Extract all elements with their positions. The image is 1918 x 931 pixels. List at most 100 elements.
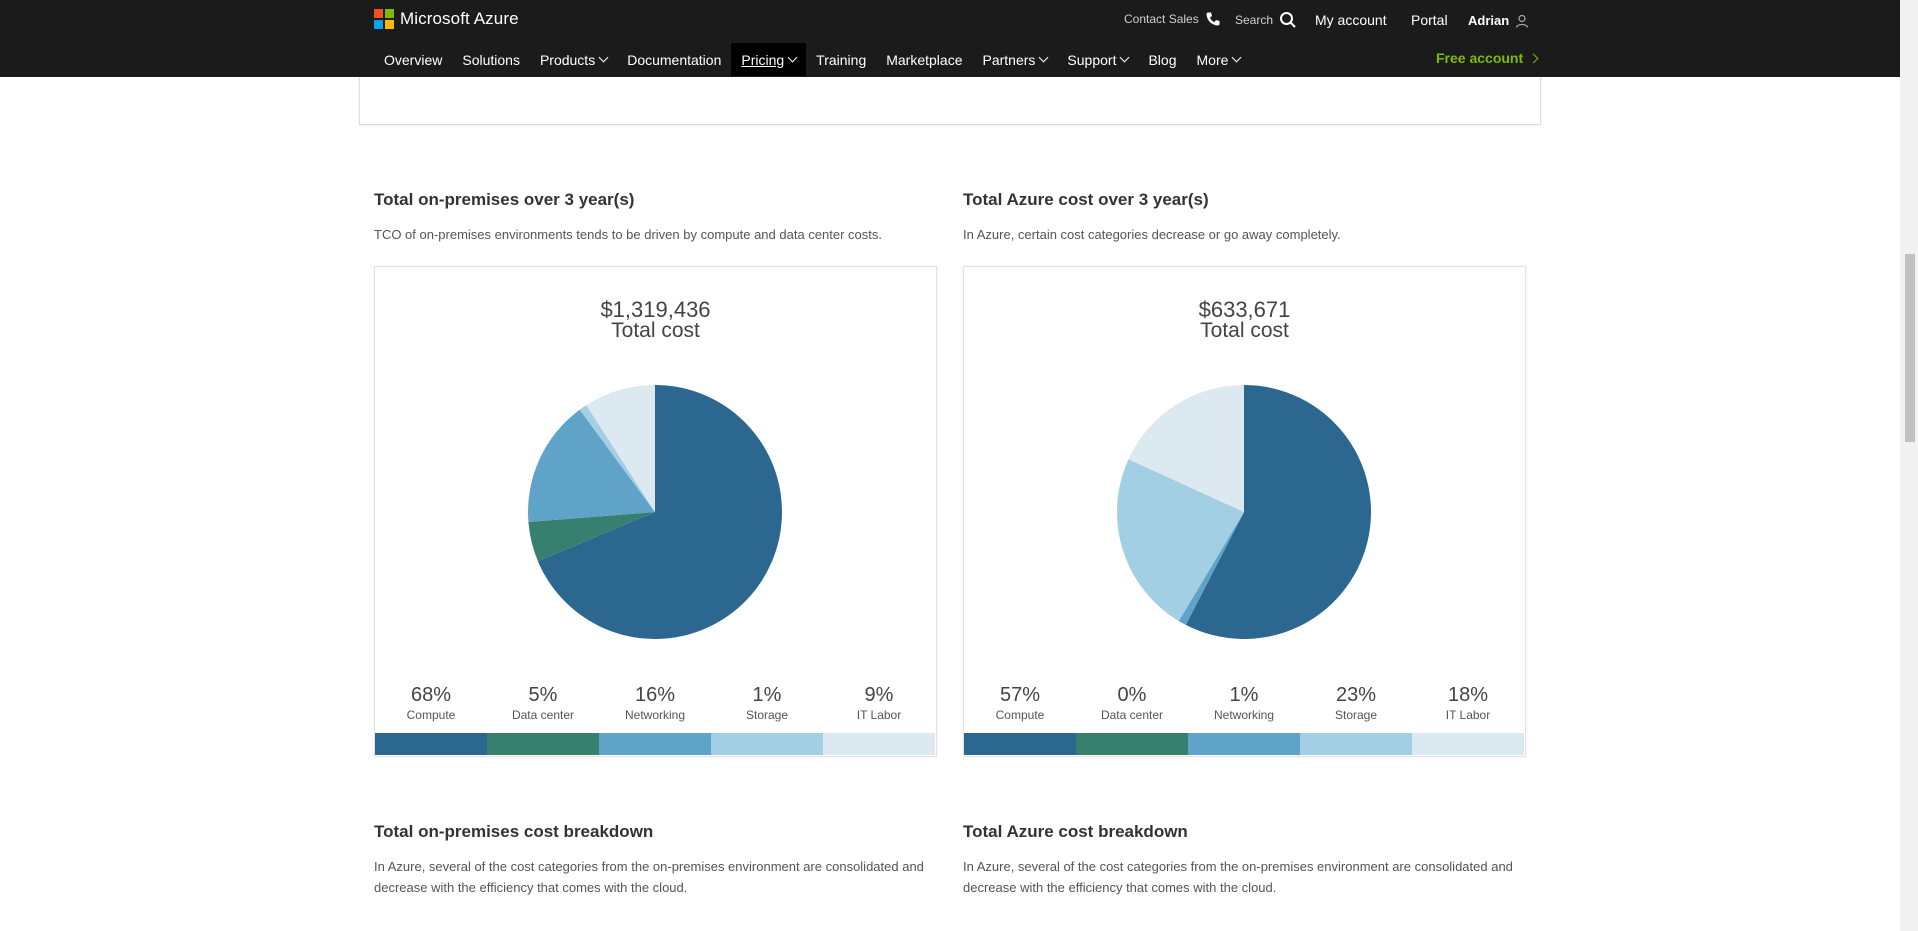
legend-item-compute: 68% Compute	[375, 684, 487, 722]
portal-link[interactable]: Portal	[1411, 12, 1448, 28]
onprem-legend: 68% Compute 5% Data center 16% Networking 1…	[375, 684, 936, 722]
onprem-subtitle: TCO of on-premises environments tends to…	[374, 227, 882, 242]
legend-label: Data center	[511, 708, 575, 722]
onprem-pie-chart	[528, 385, 782, 639]
legend-pct: 23%	[1335, 684, 1377, 706]
legend-item-networking: 1% Networking	[1188, 684, 1300, 722]
chevron-down-icon	[598, 52, 609, 63]
onprem-header: Total on-premises over 3 year(s) TCO of …	[374, 190, 937, 245]
legend-label: Storage	[745, 708, 789, 722]
microsoft-logo-icon	[374, 9, 394, 29]
azure-total-label: Total cost	[1200, 319, 1289, 342]
nav-overview[interactable]: Overview	[374, 43, 452, 76]
legend-item-it-labor: 18% IT Labor	[1412, 684, 1524, 722]
nav-support[interactable]: Support	[1057, 43, 1138, 76]
nav-blog[interactable]: Blog	[1138, 43, 1186, 76]
legend-item-data-center: 5% Data center	[487, 684, 599, 722]
legend-item-networking: 16% Networking	[599, 684, 711, 722]
search-label: Search	[1235, 13, 1274, 27]
phone-icon	[1206, 12, 1220, 26]
user-menu[interactable]: Adrian	[1468, 13, 1529, 28]
azure-legend: 57% Compute 0% Data center 1% Networking 23…	[964, 684, 1525, 722]
nav-label: Support	[1067, 51, 1117, 68]
legend-label: IT Labor	[1445, 708, 1491, 722]
portal-label: Portal	[1411, 12, 1448, 28]
nav-label: Training	[816, 51, 867, 68]
nav-label: Solutions	[462, 51, 520, 68]
user-icon	[1516, 14, 1529, 28]
azure-breakdown-subtitle: In Azure, several of the cost categories…	[963, 859, 1513, 895]
nav-documentation[interactable]: Documentation	[617, 43, 731, 76]
color-swatch-storage	[1300, 733, 1412, 755]
azure-chart-card: $633,671 Total cost 57% Compute 0% Data ce…	[963, 266, 1526, 757]
nav-label: Partners	[982, 51, 1036, 68]
chevron-down-icon	[1120, 52, 1130, 63]
azure-pie-chart	[1117, 385, 1372, 639]
legend-label: Data center	[1100, 708, 1164, 722]
legend-label: IT Labor	[856, 708, 902, 722]
legend-item-compute: 57% Compute	[964, 684, 1076, 722]
color-swatch-networking	[599, 733, 711, 755]
page-scrollbar[interactable]	[1900, 0, 1918, 931]
free-account-label: Free account	[1436, 50, 1524, 66]
legend-label: Networking	[624, 708, 686, 722]
legend-label: Compute	[995, 708, 1045, 722]
nav-more[interactable]: More	[1187, 43, 1251, 76]
color-swatch-it-labor	[1412, 733, 1524, 755]
nav-solutions[interactable]: Solutions	[452, 43, 530, 76]
user-name: Adrian	[1468, 13, 1510, 28]
onprem-color-key	[375, 733, 936, 755]
legend-pct: 9%	[864, 684, 894, 706]
my-account-link[interactable]: My account	[1315, 12, 1387, 28]
nav-partners[interactable]: Partners	[973, 43, 1058, 76]
chevron-down-icon	[1231, 52, 1242, 63]
search-icon	[1280, 12, 1296, 28]
azure-header: Total Azure cost over 3 year(s) In Azure…	[963, 190, 1526, 245]
legend-label: Networking	[1213, 708, 1275, 722]
chevron-down-icon	[787, 52, 798, 63]
nav-pricing[interactable]: Pricing	[731, 43, 807, 76]
top-navigation-bar: Microsoft Azure Contact Sales Search My …	[0, 0, 1900, 77]
contact-sales-link[interactable]: Contact Sales	[1124, 11, 1221, 27]
onprem-total-label: Total cost	[611, 319, 700, 342]
legend-item-data-center: 0% Data center	[1076, 684, 1188, 722]
nav-products[interactable]: Products	[530, 43, 617, 76]
onprem-breakdown-header: Total on-premises cost breakdown In Azur…	[374, 822, 937, 898]
scrollbar-thumb[interactable]	[1905, 254, 1915, 442]
color-swatch-networking	[1188, 733, 1300, 755]
legend-label: Storage	[1334, 708, 1378, 722]
legend-pct: 1%	[752, 684, 782, 706]
azure-color-key	[964, 733, 1525, 755]
legend-item-it-labor: 9% IT Labor	[823, 684, 935, 722]
nav-label: Pricing	[741, 51, 785, 68]
azure-logo[interactable]: Microsoft Azure	[374, 9, 519, 29]
nav-label: Documentation	[627, 51, 722, 68]
nav-training[interactable]: Training	[806, 43, 876, 76]
color-swatch-storage	[711, 733, 823, 755]
onprem-breakdown-subtitle: In Azure, several of the cost categories…	[374, 859, 924, 895]
onprem-breakdown-title: Total on-premises cost breakdown	[374, 822, 654, 841]
nav-label: Blog	[1148, 51, 1177, 68]
legend-pct: 0%	[1117, 684, 1147, 706]
onprem-title: Total on-premises over 3 year(s)	[374, 190, 635, 209]
nav-label: Products	[539, 51, 596, 68]
nav-label: Marketplace	[886, 51, 963, 68]
color-swatch-compute	[375, 733, 487, 755]
logo-text: Microsoft Azure	[400, 9, 519, 28]
legend-pct: 16%	[634, 684, 676, 706]
contact-sales-label: Contact Sales	[1124, 12, 1199, 26]
azure-breakdown-header: Total Azure cost breakdown In Azure, sev…	[963, 822, 1526, 898]
search-button[interactable]: Search	[1235, 11, 1297, 29]
main-nav: Overview Solutions Products Documentatio…	[374, 43, 1250, 76]
legend-pct: 1%	[1229, 684, 1259, 706]
color-swatch-data-center	[1076, 733, 1188, 755]
azure-title: Total Azure cost over 3 year(s)	[963, 190, 1209, 209]
azure-breakdown-title: Total Azure cost breakdown	[963, 822, 1188, 841]
free-account-link[interactable]: Free account	[1436, 50, 1539, 66]
chevron-right-icon	[1528, 53, 1539, 63]
color-swatch-compute	[964, 733, 1076, 755]
legend-pct: 18%	[1447, 684, 1489, 706]
legend-pct: 5%	[528, 684, 558, 706]
color-swatch-it-labor	[823, 733, 935, 755]
nav-marketplace[interactable]: Marketplace	[876, 43, 972, 76]
